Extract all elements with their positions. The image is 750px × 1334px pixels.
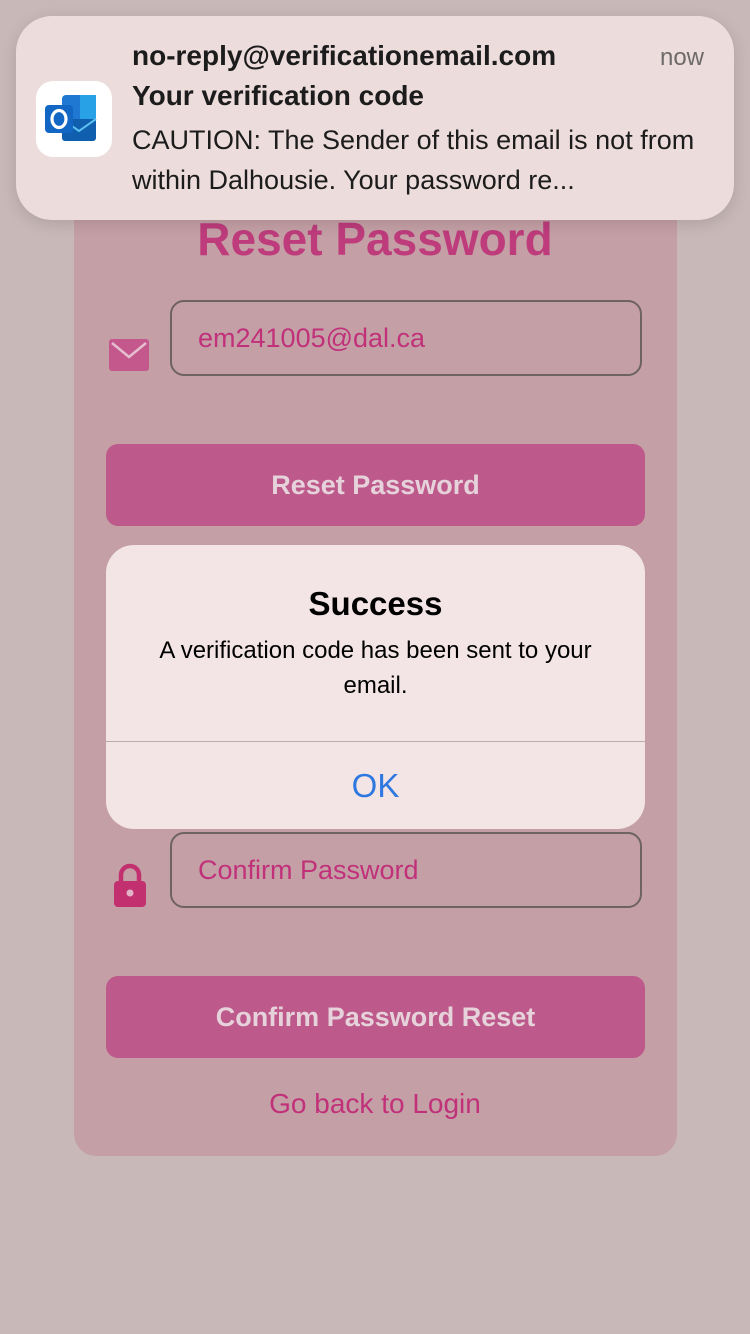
outlook-icon (36, 81, 112, 157)
email-notification[interactable]: no-reply@verificationemail.com now Your … (16, 16, 734, 220)
back-to-login-link[interactable]: Go back to Login (0, 1088, 750, 1120)
alert-message: A verification code has been sent to you… (159, 637, 592, 699)
notification-time: now (659, 44, 704, 71)
page-title: Reset Password (197, 213, 553, 265)
notification-body: CAUTION: The Sender of this email is not… (132, 125, 695, 195)
confirm-password-field[interactable]: Confirm Password (170, 832, 642, 908)
mail-icon (108, 338, 150, 377)
reset-password-button[interactable]: Reset Password (106, 444, 645, 526)
email-field[interactable]: em241005@dal.ca (170, 300, 642, 376)
lock-icon (113, 862, 147, 913)
ok-button[interactable]: OK (106, 742, 645, 829)
alert-title: Success (308, 585, 443, 622)
success-alert: Success A verification code has been sen… (106, 545, 645, 829)
confirm-password-reset-button[interactable]: Confirm Password Reset (106, 976, 645, 1058)
notification-sender: no-reply@verificationemail.com (132, 40, 557, 71)
notification-subject: Your verification code (132, 80, 424, 111)
